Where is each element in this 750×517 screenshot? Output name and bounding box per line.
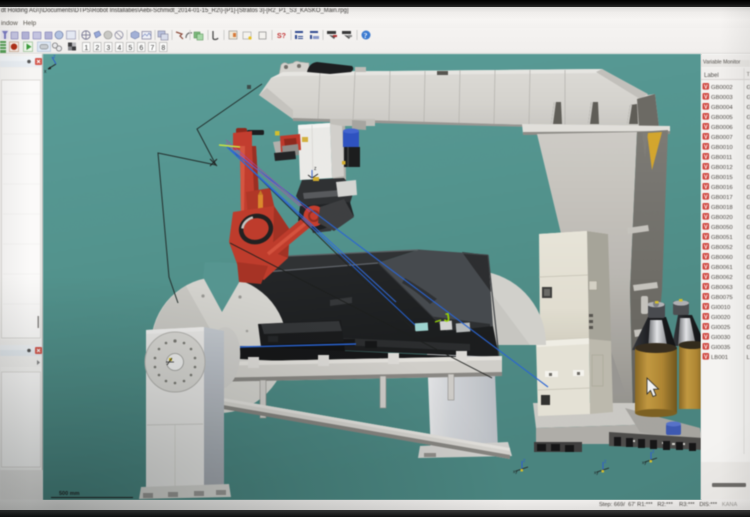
svg-text:G: G [747,275,750,281]
svg-text:GI0010: GI0010 [711,305,731,311]
svg-text:Variable Monitor: Variable Monitor [703,60,741,66]
svg-text:GB0015: GB0015 [711,175,733,181]
svg-text:V: V [704,115,708,121]
svg-text:G: G [747,95,750,101]
svg-text:GB0003: GB0003 [711,95,733,101]
svg-text:GB0010: GB0010 [711,145,733,151]
svg-text:V: V [704,85,708,91]
svg-text:V: V [704,155,708,161]
svg-text:V: V [704,255,708,261]
svg-text:G: G [747,265,750,271]
svg-text:V: V [704,185,708,191]
svg-text:GI0030: GI0030 [711,335,731,341]
svg-text:5: 5 [128,45,132,52]
svg-text:V: V [704,135,708,141]
svg-text:V: V [704,265,708,271]
svg-text:?: ? [364,31,368,40]
svg-text:V: V [704,205,708,211]
svg-text:7: 7 [150,45,154,52]
svg-text:V: V [704,345,708,351]
svg-text:8: 8 [161,45,165,52]
svg-text:GB0062: GB0062 [711,275,733,281]
svg-text:V: V [704,195,708,201]
svg-text:GB0006: GB0006 [711,125,733,131]
svg-text:G: G [747,135,750,141]
svg-text:V: V [704,125,708,131]
svg-text:1: 1 [84,45,88,52]
svg-text:GB0018: GB0018 [711,205,733,211]
svg-text:L: L [747,355,750,361]
svg-text:GB0052: GB0052 [711,245,733,251]
svg-text:V: V [704,225,708,231]
svg-text:GB0050: GB0050 [711,225,733,231]
svg-text:V: V [704,105,708,111]
svg-text:G: G [747,155,750,161]
svg-text:G: G [747,315,750,321]
svg-text:V: V [704,315,708,321]
svg-text:G: G [747,285,750,291]
svg-text:G: G [747,185,750,191]
svg-text:V: V [704,95,708,101]
svg-text:G: G [747,105,750,111]
svg-text:G: G [747,165,750,171]
svg-text:GB0017: GB0017 [711,195,733,201]
svg-text:GB0061: GB0061 [711,265,733,271]
svg-text:G: G [747,225,750,231]
svg-text:Label: Label [704,73,719,79]
svg-text:GB0004: GB0004 [711,105,733,111]
svg-text:V: V [704,275,708,281]
svg-text:G: G [747,345,750,351]
svg-text:G: G [747,205,750,211]
svg-text:GB0075: GB0075 [711,295,733,301]
svg-text:G: G [747,145,750,151]
svg-text:V: V [704,165,708,171]
svg-text:GB0012: GB0012 [711,165,733,171]
svg-text:GB0005: GB0005 [711,115,733,121]
svg-text:GI0035: GI0035 [711,345,731,351]
svg-text:V: V [704,285,708,291]
svg-text:T: T [747,72,750,78]
svg-text:G: G [747,195,750,201]
svg-text:LB001: LB001 [711,355,728,361]
svg-text:G: G [747,175,750,181]
svg-text:G: G [747,245,750,251]
svg-text:GB0063: GB0063 [711,285,733,291]
svg-text:GB0011: GB0011 [711,155,732,161]
svg-text:GB0007: GB0007 [711,135,733,141]
svg-text:V: V [704,295,708,301]
svg-text:G: G [747,85,750,91]
svg-text:G: G [747,125,750,131]
svg-text:2: 2 [95,45,99,52]
svg-text:G: G [747,335,750,341]
svg-text:GB0020: GB0020 [711,215,733,221]
svg-text:G: G [747,325,750,331]
svg-text:V: V [704,215,708,221]
svg-text:G: G [747,235,750,241]
svg-text:V: V [704,235,708,241]
svg-text:G: G [747,115,750,121]
svg-text:V: V [704,355,708,361]
svg-text:V: V [704,145,708,151]
svg-text:G: G [747,295,750,301]
svg-text:6: 6 [139,45,143,52]
svg-text:GB0060: GB0060 [711,255,733,261]
svg-text:GI0025: GI0025 [711,325,731,331]
svg-text:GB0002: GB0002 [711,85,733,91]
svg-text:V: V [704,175,708,181]
svg-text:G: G [747,215,750,221]
svg-text:G: G [747,305,750,311]
svg-text:GB0016: GB0016 [711,185,733,191]
svg-text:GI0020: GI0020 [711,315,731,321]
svg-text:GB0051: GB0051 [711,235,733,241]
svg-text:S?: S? [277,33,286,40]
svg-text:4: 4 [117,45,121,52]
svg-text:V: V [704,335,708,341]
svg-text:V: V [704,245,708,251]
svg-text:V: V [704,325,708,331]
svg-text:3: 3 [106,45,110,52]
svg-text:G: G [747,255,750,261]
svg-text:V: V [704,305,708,311]
